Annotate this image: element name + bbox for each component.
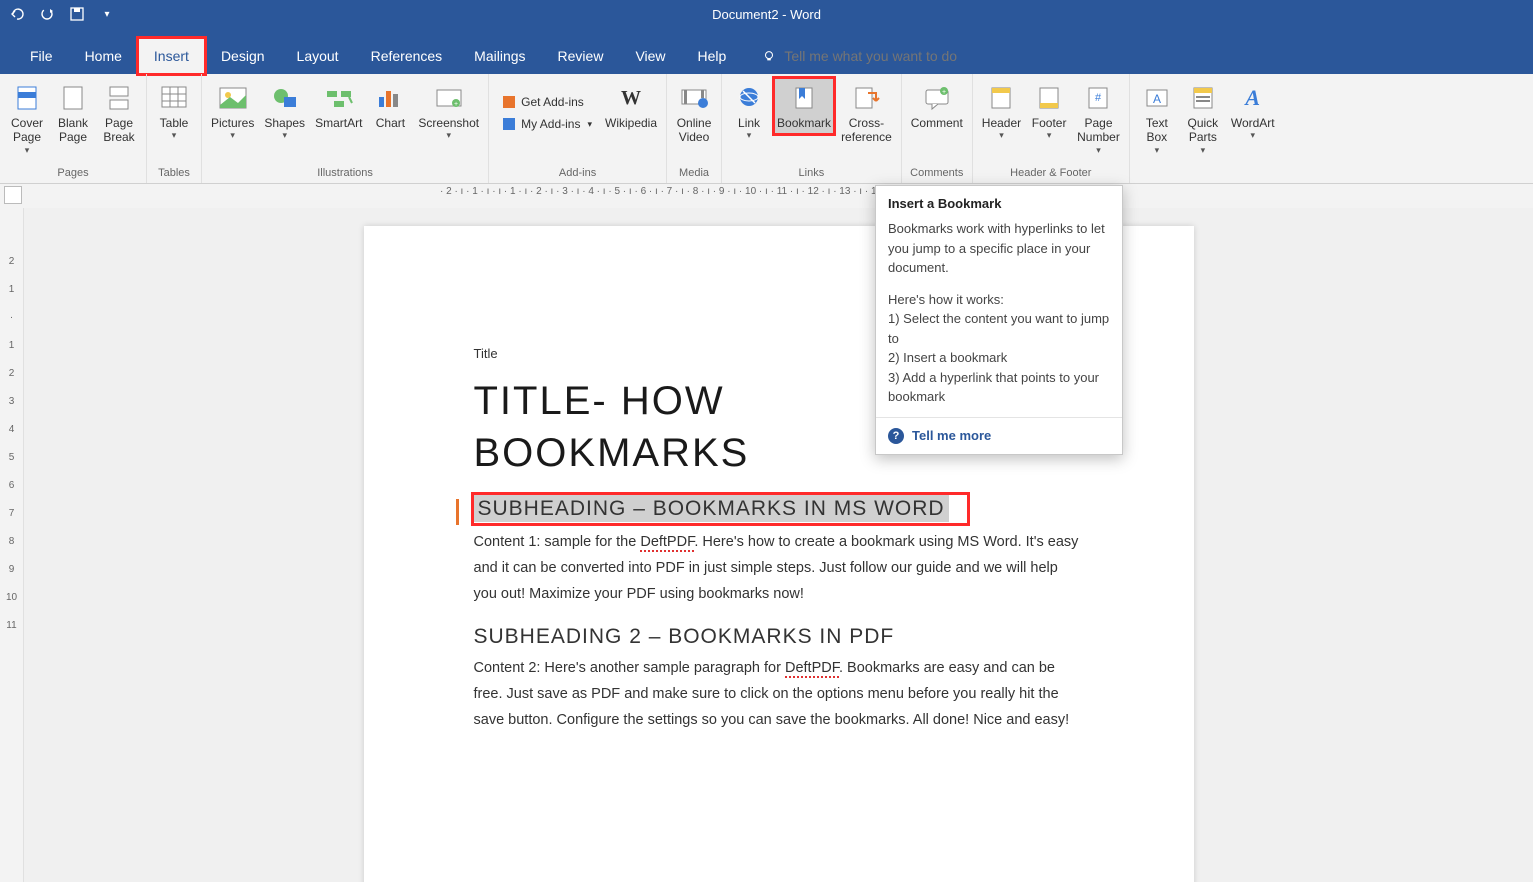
window-title: Document2 - Word (712, 7, 821, 22)
group-label-illustrations: Illustrations (208, 165, 482, 183)
svg-text:A: A (1153, 92, 1161, 106)
screenshot-button[interactable]: +Screenshot (415, 78, 482, 145)
group-text: ATextBox QuickParts AWordArt (1130, 74, 1284, 183)
ribbon: CoverPage BlankPage PageBreak Pages Tabl… (0, 74, 1533, 184)
shapes-button[interactable]: Shapes (261, 78, 308, 145)
chart-button[interactable]: Chart (369, 78, 411, 134)
svg-text:+: + (454, 101, 458, 108)
lightbulb-icon (762, 49, 776, 63)
wikipedia-button[interactable]: WWikipedia (602, 78, 660, 134)
group-headerfooter: Header Footer #PageNumber Header & Foote… (973, 74, 1130, 183)
svg-text:#: # (1095, 92, 1102, 104)
link-button[interactable]: Link (728, 78, 770, 145)
tab-layout[interactable]: Layout (281, 38, 355, 74)
tab-mailings[interactable]: Mailings (458, 38, 541, 74)
text-box-button[interactable]: ATextBox (1136, 78, 1178, 160)
tab-selector[interactable] (4, 186, 22, 204)
content1: Content 1: sample for the DeftPDF. Here'… (474, 529, 1084, 607)
spellcheck-squiggle: DeftPDF (640, 534, 694, 552)
tab-references[interactable]: References (355, 38, 459, 74)
wordart-button[interactable]: AWordArt (1228, 78, 1278, 145)
tab-insert[interactable]: Insert (138, 38, 205, 74)
title-bar: ▾ Document2 - Word (0, 0, 1533, 28)
get-addins-button[interactable]: Get Add-ins (495, 92, 598, 112)
group-links: Link Bookmark Cross-reference Links (722, 74, 902, 183)
footer-button[interactable]: Footer (1028, 78, 1070, 145)
content2: Content 2: Here's another sample paragra… (474, 655, 1084, 733)
group-label-pages: Pages (6, 165, 140, 183)
tooltip-title: Insert a Bookmark (876, 186, 1122, 215)
bookmark-button[interactable]: Bookmark (774, 78, 834, 134)
group-comments: +Comment Comments (902, 74, 973, 183)
blank-page-button[interactable]: BlankPage (52, 78, 94, 149)
group-label-tables: Tables (153, 165, 195, 183)
group-label-comments: Comments (908, 165, 966, 183)
cross-reference-button[interactable]: Cross-reference (838, 78, 895, 149)
group-pages: CoverPage BlankPage PageBreak Pages (0, 74, 147, 183)
ruler-area: · 2 · ı · 1 · ı · ı · 1 · ı · 2 · ı · 3 … (0, 184, 1533, 208)
tell-me-more-link[interactable]: Tell me more (912, 428, 991, 443)
header-button[interactable]: Header (979, 78, 1024, 145)
table-button[interactable]: Table (153, 78, 195, 145)
group-label-media: Media (673, 165, 715, 183)
ribbon-tabs: File Home Insert Design Layout Reference… (0, 28, 1533, 74)
tooltip-footer: ? Tell me more (876, 417, 1122, 454)
subheading2: SUBHEADING 2 – BOOKMARKS IN PDF (474, 625, 1084, 649)
group-label-links: Links (728, 165, 895, 183)
group-label-text (1136, 177, 1278, 183)
group-label-addins: Add-ins (495, 165, 660, 183)
tell-me-search[interactable] (762, 48, 1004, 74)
save-button[interactable] (68, 5, 86, 23)
page-break-button[interactable]: PageBreak (98, 78, 140, 149)
redo-button[interactable] (38, 5, 56, 23)
group-media: OnlineVideo Media (667, 74, 722, 183)
tab-help[interactable]: Help (682, 38, 743, 74)
group-illustrations: Pictures Shapes SmartArt Chart +Screensh… (202, 74, 489, 183)
pictures-button[interactable]: Pictures (208, 78, 257, 145)
cover-page-button[interactable]: CoverPage (6, 78, 48, 160)
tab-design[interactable]: Design (205, 38, 281, 74)
group-tables: Table Tables (147, 74, 202, 183)
subheading1-selection: SUBHEADING – BOOKMARKS IN MS WORD (474, 495, 967, 523)
quick-access-toolbar: ▾ (8, 5, 116, 23)
group-addins: Get Add-ins My Add-ins▾ WWikipedia Add-i… (489, 74, 667, 183)
tab-file[interactable]: File (14, 38, 69, 74)
tab-view[interactable]: View (619, 38, 681, 74)
tab-home[interactable]: Home (69, 38, 138, 74)
quick-parts-button[interactable]: QuickParts (1182, 78, 1224, 160)
spellcheck-squiggle: DeftPDF (785, 660, 839, 678)
my-addins-button[interactable]: My Add-ins▾ (495, 114, 598, 134)
smartart-button[interactable]: SmartArt (312, 78, 365, 134)
document-area: 21·1234567891011 Title TITLE- HOWTE BOOK… (0, 208, 1533, 882)
qat-customize[interactable]: ▾ (98, 5, 116, 23)
undo-button[interactable] (8, 5, 26, 23)
subheading1: SUBHEADING – BOOKMARKS IN MS WORD (474, 495, 949, 522)
bookmark-tooltip: Insert a Bookmark Bookmarks work with hy… (875, 185, 1123, 455)
page-scroll[interactable]: Title TITLE- HOWTE BOOKMARKS SUBHEADING … (24, 208, 1533, 882)
comment-button[interactable]: +Comment (908, 78, 966, 134)
group-label-headerfooter: Header & Footer (979, 165, 1123, 183)
page-number-button[interactable]: #PageNumber (1074, 78, 1123, 160)
online-video-button[interactable]: OnlineVideo (673, 78, 715, 149)
vertical-ruler[interactable]: 21·1234567891011 (0, 208, 24, 882)
svg-text:+: + (942, 89, 946, 96)
tell-me-input[interactable] (784, 48, 1004, 64)
tooltip-body: Bookmarks work with hyperlinks to let yo… (876, 215, 1122, 417)
text-cursor-icon (456, 499, 459, 525)
help-icon: ? (888, 428, 904, 444)
tab-review[interactable]: Review (542, 38, 620, 74)
